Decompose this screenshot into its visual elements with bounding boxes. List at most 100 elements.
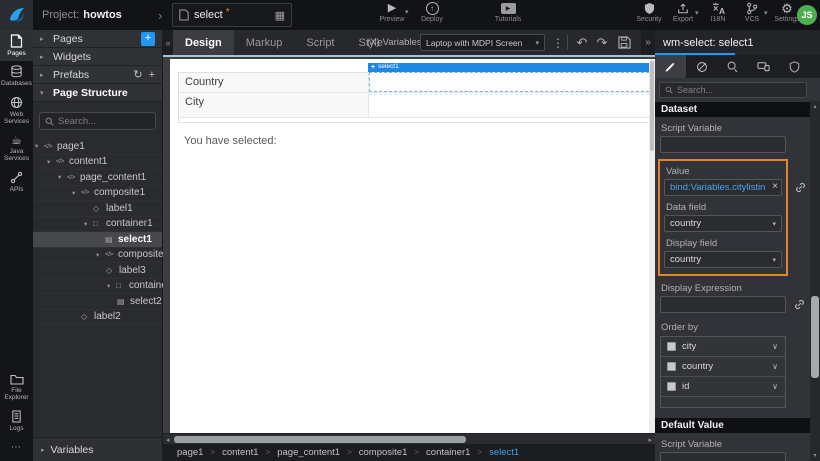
scrollbar-thumb[interactable] [174,436,466,443]
dataset-section-header[interactable]: Dataset [655,102,810,117]
wavemaker-logo[interactable] [0,0,33,30]
inspector-scrollbar[interactable]: ▴ ▾ [810,101,820,461]
chevron-down-icon[interactable]: ▾ [84,220,93,228]
tab-devices[interactable] [748,55,779,78]
security-button[interactable]: Security [632,2,666,23]
tab-design[interactable]: Design [173,30,234,55]
bind-link-icon[interactable] [795,182,806,193]
variables-section[interactable]: ▸ Variables [33,437,162,461]
chevron-down-icon[interactable]: ∨ [772,342,778,351]
redo-button[interactable]: ↷ [593,30,611,55]
add-page-button[interactable]: + [141,31,155,46]
section-header-pages[interactable]: ▸ Pages + [33,30,162,48]
properties-search-input[interactable] [677,85,801,95]
expand-panel-button[interactable]: » [641,30,655,55]
clear-binding-icon[interactable]: × [772,181,778,192]
checkbox[interactable] [667,362,676,371]
tree-item-composite1[interactable]: ▾ </> composite1 [33,186,162,201]
breadcrumb-composite1[interactable]: composite1 [359,447,408,458]
bind-link-icon[interactable] [794,299,805,310]
chevron-down-icon[interactable]: ▾ [47,158,56,166]
tab-properties[interactable] [655,55,686,78]
breadcrumb-select1-current[interactable]: select1 [489,447,519,458]
rail-item-databases[interactable]: Databases [0,61,33,91]
tab-events[interactable] [717,55,748,78]
script-variable-input[interactable] [660,136,786,153]
display-expression-input[interactable] [660,296,786,313]
variables-button[interactable]: (X) Variables ▾ [367,30,428,55]
chevron-down-icon[interactable]: ∨ [772,382,778,391]
section-header-page-structure[interactable]: ▾ Page Structure [33,84,162,102]
collapse-sidebar-button[interactable]: « [163,30,173,55]
container-icon: □ [93,219,98,229]
tree-item-label2[interactable]: ◇ label2 [33,310,162,325]
structure-search-input[interactable] [58,115,150,127]
breadcrumb-content1[interactable]: content1 [222,447,258,458]
refresh-icon[interactable]: ↻ [133,68,142,81]
breadcrumb-page_content1[interactable]: page_content1 [277,447,340,458]
undo-button[interactable]: ↶ [573,30,591,55]
scroll-up-icon[interactable]: ▴ [810,103,820,110]
rail-item-file-explorer[interactable]: File Explorer [0,370,33,406]
export-button[interactable]: Export ▾ [666,2,700,23]
checkbox[interactable] [667,382,676,391]
scrollbar-thumb[interactable] [811,296,819,378]
vcs-button[interactable]: VCS ▾ [736,2,768,23]
user-avatar[interactable]: JS [797,5,817,25]
add-prefab-button[interactable]: + [149,69,155,81]
open-page-tab[interactable]: select * ▦ [172,3,292,27]
rail-item-pages[interactable]: Pages [0,30,33,62]
chevron-down-icon[interactable]: ▾ [58,173,67,181]
chevron-down-icon[interactable]: ▾ [96,251,105,259]
tree-item-select1-selected[interactable]: ▤ select1 [33,232,162,248]
select1-widget[interactable] [369,72,654,92]
chevron-down-icon[interactable]: ▾ [107,282,116,290]
display-field-select[interactable]: country ▾ [664,251,782,268]
tab-markup[interactable]: Markup [234,30,295,55]
save-button[interactable] [615,30,633,55]
default-script-variable-input[interactable] [660,452,786,461]
tree-item-container2[interactable]: ▾ □ container2 [33,279,176,294]
page-switcher-icon[interactable]: ▦ [275,9,285,22]
tree-item-content1[interactable]: ▾ </> content1 [33,155,162,170]
breadcrumb-container1[interactable]: container1 [426,447,470,458]
checkbox[interactable] [667,342,676,351]
value-binding-input[interactable] [664,179,782,196]
chevron-down-icon[interactable]: ▾ [72,189,81,197]
rail-item-web-services[interactable]: Web Services [0,92,33,130]
section-header-widgets[interactable]: ▸ Widgets [33,48,162,66]
data-field-select[interactable]: country ▾ [664,215,782,232]
selected-widget-tag[interactable]: + select1 [368,63,655,72]
canvas-horizontal-scrollbar[interactable]: ◂ ▸ [163,433,655,444]
tab-script[interactable]: Script [294,30,346,55]
deploy-button[interactable]: ↑ Deploy [414,2,450,23]
more-options-kebab[interactable]: ⋮ [551,30,565,55]
variables-fx-icon: (X) [367,37,380,48]
i18n-button[interactable]: A I18N [702,2,734,23]
tree-item-select2[interactable]: ▤ select2 [33,294,162,310]
chevron-down-icon[interactable]: ▾ [35,142,44,150]
rail-more-icon[interactable]: ⋯ [0,436,33,461]
tutorials-button[interactable]: ▶ Tutorials [486,2,530,23]
rail-item-logs[interactable]: Logs [0,406,33,436]
section-header-prefabs[interactable]: ▸ Prefabs ↻ + [33,66,162,84]
tree-item-page_content1[interactable]: ▾ </> page_content1 [33,170,162,186]
rail-item-java-services[interactable]: ☕ Java Services [0,130,33,167]
default-value-section-header[interactable]: Default Value [655,418,810,433]
tree-item-composite2[interactable]: ▾ </> composite2 [33,248,169,263]
tab-security[interactable] [779,55,810,78]
chevron-down-icon[interactable]: ∨ [772,362,778,371]
select2-widget[interactable] [369,94,654,114]
device-selector[interactable]: Laptop with MDPI Screen ▾ [420,34,545,51]
breadcrumb-page1[interactable]: page1 [177,447,203,458]
select-widget-icon: ▤ [105,234,113,244]
tree-item-label3[interactable]: ◇ label3 [33,263,162,279]
preview-button[interactable]: ▶ Preview ▾ [372,2,412,24]
rail-item-apis[interactable]: APIs [0,167,33,197]
scrollbar-thumb[interactable] [650,61,654,151]
tree-item-label1[interactable]: ◇ label1 [33,201,162,217]
tree-item-page1[interactable]: ▾ </> page1 [33,139,162,155]
tab-styles[interactable] [686,55,717,78]
tree-item-container1[interactable]: ▾ □ container1 [33,217,162,232]
scroll-down-icon[interactable]: ▾ [810,452,820,459]
